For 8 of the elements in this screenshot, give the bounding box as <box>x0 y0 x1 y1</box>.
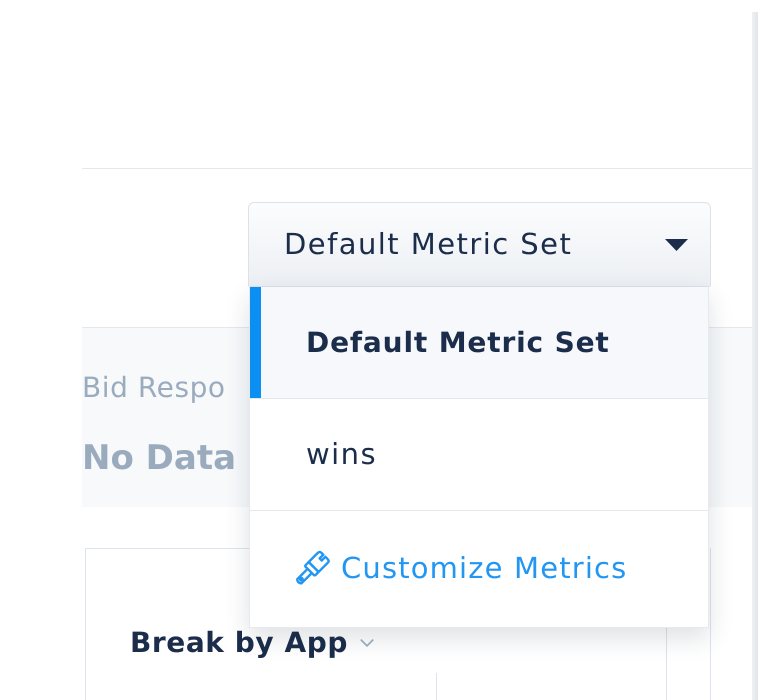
caret-icon <box>665 238 688 250</box>
menu-option[interactable]: wins <box>250 398 708 510</box>
chevron-down-icon <box>360 639 374 647</box>
metric-label: Bid Respo <box>82 370 226 406</box>
metric-value: No Data <box>82 437 236 480</box>
metric-set-dropdown[interactable]: Default Metric Set <box>248 202 711 287</box>
menu-option[interactable]: Default Metric Set <box>250 287 708 398</box>
break-by-dropdown[interactable]: Break by App <box>130 628 374 658</box>
